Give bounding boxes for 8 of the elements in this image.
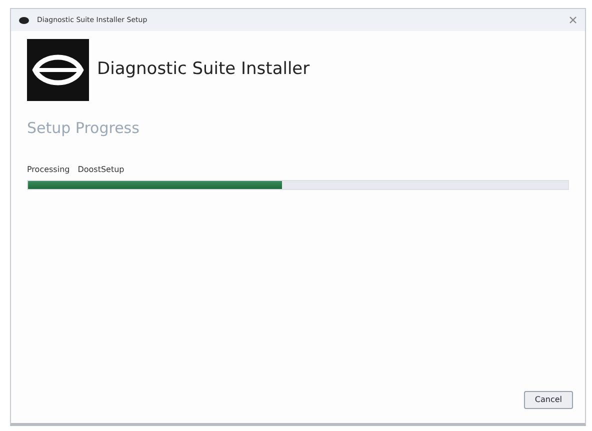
status-value: DoostSetup (78, 164, 124, 176)
close-icon[interactable] (569, 16, 577, 24)
app-icon (19, 16, 29, 24)
cancel-button[interactable]: Cancel (524, 391, 573, 409)
section-title: Setup Progress (27, 118, 140, 139)
logo-icon (27, 39, 89, 101)
app-heading: Diagnostic Suite Installer (97, 58, 310, 82)
status-label: Processing (27, 164, 70, 176)
